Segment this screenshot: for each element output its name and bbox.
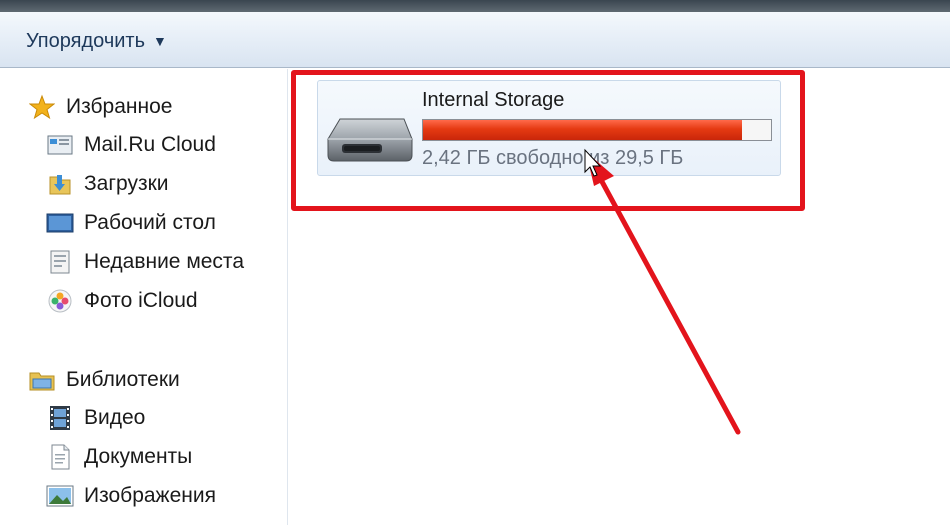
command-bar: Упорядочить ▼ xyxy=(0,12,950,68)
sidebar-item-label: Mail.Ru Cloud xyxy=(84,133,216,156)
downloads-folder-icon xyxy=(46,170,74,198)
documents-library-icon xyxy=(46,443,74,471)
drive-tile-internal-storage[interactable]: Internal Storage 2,42 ГБ свободно из 29,… xyxy=(317,80,781,176)
sidebar-item-label: Изображения xyxy=(84,484,216,507)
window-title-strip xyxy=(0,0,950,12)
sidebar-item-documents[interactable]: Документы xyxy=(46,443,192,471)
drive-free-space: 2,42 ГБ свободно из 29,5 ГБ xyxy=(422,147,684,169)
dropdown-arrow-icon: ▼ xyxy=(153,33,167,49)
organize-label: Упорядочить xyxy=(26,29,146,52)
capacity-bar xyxy=(422,119,772,141)
navigation-pane: Избранное Mail.Ru Cloud Загрузки Рабочий… xyxy=(0,69,288,525)
sidebar-item-label: Документы xyxy=(84,445,193,468)
sidebar-group-label: Избранное xyxy=(66,95,173,118)
sidebar-item-label: Недавние места xyxy=(84,250,244,273)
organize-button[interactable]: Упорядочить ▼ xyxy=(26,28,167,54)
capacity-bar-fill xyxy=(423,120,743,140)
removable-drive-icon xyxy=(324,111,416,167)
sidebar-group-libraries[interactable]: Библиотеки xyxy=(28,366,180,394)
sidebar-item-label: Загрузки xyxy=(84,172,169,195)
libraries-folder-icon xyxy=(28,366,56,394)
cloud-window-icon xyxy=(46,131,74,159)
sidebar-item-video[interactable]: Видео xyxy=(46,404,145,432)
sidebar-group-label: Библиотеки xyxy=(66,368,180,391)
star-icon xyxy=(28,93,56,121)
recent-places-icon xyxy=(46,248,74,276)
icloud-photos-icon xyxy=(46,287,74,315)
sidebar-item-desktop[interactable]: Рабочий стол xyxy=(46,209,216,237)
sidebar-item-label: Видео xyxy=(84,406,146,429)
sidebar-group-favorites[interactable]: Избранное xyxy=(28,93,172,121)
drive-name: Internal Storage xyxy=(422,89,565,111)
sidebar-item-label: Фото iCloud xyxy=(84,289,198,312)
sidebar-item-icloud-photos[interactable]: Фото iCloud xyxy=(46,287,198,315)
sidebar-item-mailru-cloud[interactable]: Mail.Ru Cloud xyxy=(46,131,216,159)
video-library-icon xyxy=(46,404,74,432)
pictures-library-icon xyxy=(46,482,74,510)
desktop-icon xyxy=(46,209,74,237)
sidebar-item-downloads[interactable]: Загрузки xyxy=(46,170,169,198)
sidebar-item-pictures[interactable]: Изображения xyxy=(46,482,216,510)
sidebar-item-recent-places[interactable]: Недавние места xyxy=(46,248,244,276)
sidebar-item-label: Рабочий стол xyxy=(84,211,216,234)
